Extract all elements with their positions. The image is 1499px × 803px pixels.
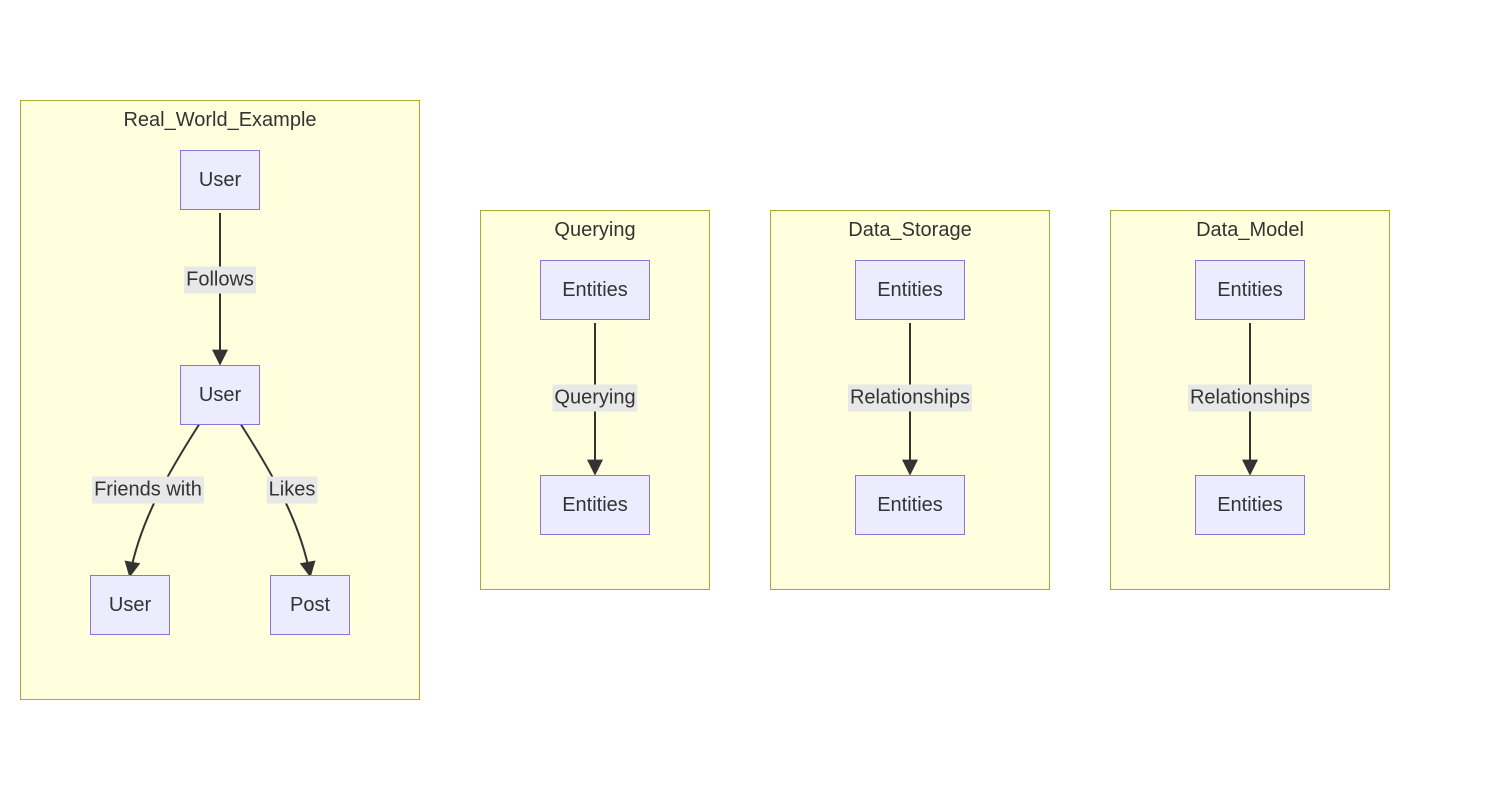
edge-label-follows: Follows — [184, 267, 256, 294]
edge-label-friends: Friends with — [92, 477, 204, 504]
subgraph-title-model: Data_Model — [1111, 219, 1389, 242]
node-user-left: User — [90, 575, 170, 635]
edge-label-model-rel: Relationships — [1188, 385, 1312, 412]
subgraph-title-storage: Data_Storage — [771, 219, 1049, 242]
node-s-entities-top: Entities — [855, 260, 965, 320]
subgraph-title-real-world: Real_World_Example — [21, 109, 419, 132]
edge-label-querying: Querying — [552, 385, 637, 412]
node-user-top: User — [180, 150, 260, 210]
edge-label-storage-rel: Relationships — [848, 385, 972, 412]
node-q-entities-bot: Entities — [540, 475, 650, 535]
node-m-entities-top: Entities — [1195, 260, 1305, 320]
node-post: Post — [270, 575, 350, 635]
node-s-entities-bot: Entities — [855, 475, 965, 535]
node-user-mid: User — [180, 365, 260, 425]
edge-label-likes: Likes — [267, 477, 318, 504]
subgraph-title-querying: Querying — [481, 219, 709, 242]
diagram-canvas: Real_World_Example Querying Data_Storage… — [0, 0, 1499, 803]
node-m-entities-bot: Entities — [1195, 475, 1305, 535]
node-q-entities-top: Entities — [540, 260, 650, 320]
